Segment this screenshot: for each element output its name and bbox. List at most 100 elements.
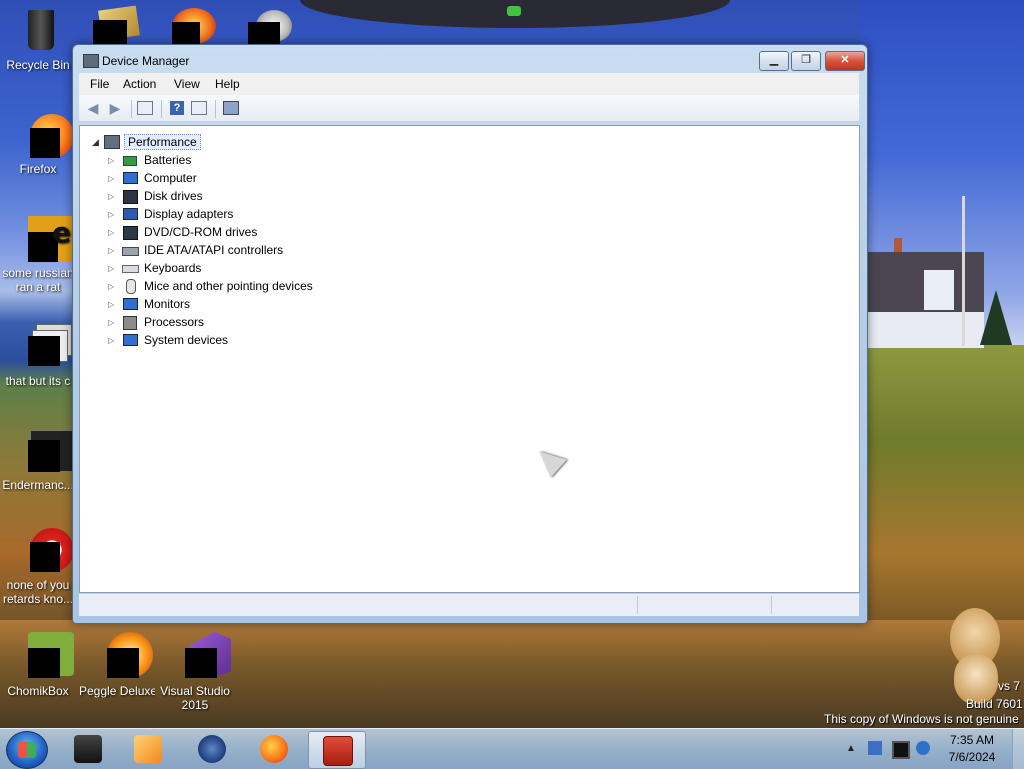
desktop-icon-label: none of you retards kno... (2, 578, 74, 606)
show-hidden-icons-icon[interactable]: ▲ (846, 743, 860, 757)
device-manager-icon (323, 736, 353, 766)
media-player-icon (134, 735, 162, 763)
hamster-image (944, 608, 1006, 704)
tree-node-keyboards[interactable]: ▷ Keyboards (108, 259, 313, 277)
expand-arrow-icon[interactable]: ▷ (108, 156, 122, 165)
taskbar-button-media-player[interactable] (120, 731, 176, 767)
tree-node-monitors[interactable]: ▷ Monitors (108, 295, 313, 313)
redacted-box (172, 22, 200, 46)
top-overlay-bar (300, 0, 730, 28)
expand-arrow-icon[interactable]: ▷ (108, 228, 122, 237)
expand-arrow-icon[interactable]: ▷ (108, 264, 122, 273)
tree-root-label: Performance (124, 134, 201, 150)
menu-bar: File Action View Help (79, 73, 859, 95)
maximize-button[interactable]: ❐ (791, 51, 821, 71)
tree-node-ide-controllers[interactable]: ▷ IDE ATA/ATAPI controllers (108, 241, 313, 259)
action-center-icon[interactable] (892, 741, 910, 759)
redacted-box (248, 22, 280, 46)
tree-node-label: System devices (144, 333, 229, 347)
tree-node-label: Computer (144, 171, 197, 185)
java-file-icon: e (14, 214, 74, 262)
watermark-build: Build 7601 (966, 697, 1023, 711)
expand-arrow-icon[interactable]: ▷ (108, 318, 122, 327)
wallpaper-house (866, 238, 984, 348)
taskbar-button-terminal[interactable] (60, 731, 116, 767)
status-dot (507, 6, 521, 16)
show-desktop-button[interactable] (1012, 729, 1024, 769)
help-icon[interactable]: ? (169, 100, 185, 116)
desktop-icon-visual-studio[interactable]: Visual Studio 2015 (157, 632, 233, 712)
title-bar[interactable]: Device Manager ▁ ❐ ✕ (73, 45, 867, 73)
processor-icon (122, 315, 138, 330)
tree-node-label: DVD/CD-ROM drives (144, 225, 258, 239)
collapse-arrow-icon[interactable]: ◢ (92, 137, 104, 148)
tree-node-mice[interactable]: ▷ Mice and other pointing devices (108, 277, 313, 295)
back-arrow-icon[interactable]: ◀ (85, 100, 101, 116)
properties-icon[interactable] (191, 100, 207, 116)
tree-node-label: Batteries (144, 153, 192, 167)
menu-help[interactable]: Help (215, 77, 240, 91)
desktop-icon-firefox[interactable]: Firefox (0, 110, 76, 176)
status-divider (637, 596, 638, 614)
taskbar-button-globe[interactable] (184, 731, 240, 767)
expand-arrow-icon[interactable]: ▷ (108, 282, 122, 291)
desktop-icon-chomikbox[interactable]: ChomikBox (0, 632, 76, 698)
desktop-icon-recycle-bin[interactable]: Recycle Bin (0, 6, 76, 72)
ide-controller-icon (122, 243, 139, 257)
minimize-button[interactable]: ▁ (759, 51, 789, 71)
redacted-box (93, 20, 127, 46)
tree-node-dvd-drives[interactable]: ▷ DVD/CD-ROM drives (108, 223, 313, 241)
expand-arrow-icon[interactable]: ▷ (108, 174, 122, 183)
expand-arrow-icon[interactable]: ▷ (108, 300, 122, 309)
expand-arrow-icon[interactable]: ▷ (108, 210, 122, 219)
clock-time: 7:35 AM (949, 733, 995, 747)
tree-node-disk-drives[interactable]: ▷ Disk drives (108, 187, 313, 205)
desktop-icon-peggle[interactable]: Peggle Deluxe (79, 632, 155, 698)
volume-icon[interactable] (916, 741, 930, 755)
system-tray: ▲ (840, 729, 940, 769)
forward-arrow-icon[interactable]: ▶ (107, 100, 123, 116)
expand-arrow-icon[interactable]: ▷ (108, 336, 122, 345)
mouse-icon (122, 279, 138, 294)
desktop-icon-none-of-you[interactable]: none of you retards kno... (0, 526, 76, 606)
start-button[interactable] (6, 731, 48, 769)
expand-arrow-icon[interactable]: ▷ (108, 192, 122, 201)
tree-node-batteries[interactable]: ▷ Batteries (108, 151, 313, 169)
desktop-icon-russian-rat[interactable]: e some russian ran a rat (0, 214, 76, 294)
firefox-icon (14, 110, 74, 158)
expand-arrow-icon[interactable]: ▷ (108, 246, 122, 255)
device-tree-pane: ◢ Performance ▷ Batteries ▷ Computer ▷ D… (79, 125, 860, 593)
desktop-icon-that-but[interactable]: that but its c (0, 322, 76, 388)
menu-action[interactable]: Action (123, 77, 156, 91)
close-button[interactable]: ✕ (825, 51, 865, 71)
desktop-icon-label: Recycle Bin (6, 58, 70, 72)
tree-node-computer[interactable]: ▷ Computer (108, 169, 313, 187)
dvd-drive-icon (122, 225, 138, 240)
device-manager-window: Device Manager ▁ ❐ ✕ File Action View He… (72, 44, 868, 624)
computer-icon (104, 135, 120, 149)
tree-node-processors[interactable]: ▷ Processors (108, 313, 313, 331)
desktop-icon-label: ChomikBox (7, 684, 69, 698)
desktop-icon-endermanch[interactable]: Endermanc... (0, 426, 76, 492)
show-hide-console-tree-icon[interactable] (137, 100, 153, 116)
clock[interactable]: 7:35 AM 7/6/2024 (940, 732, 1004, 766)
tree-node-system-devices[interactable]: ▷ System devices (108, 331, 313, 349)
tree-root[interactable]: ◢ Performance (92, 134, 201, 150)
tree-node-label: Monitors (144, 297, 191, 311)
desktop-icon-label: Visual Studio 2015 (160, 684, 230, 712)
computer-icon (122, 171, 138, 185)
desktop-icon-label: that but its c (5, 374, 71, 388)
taskbar-button-device-manager[interactable] (308, 731, 366, 769)
menu-file[interactable]: File (90, 77, 109, 91)
network-icon[interactable] (868, 741, 882, 755)
status-divider (771, 596, 772, 614)
menu-view[interactable]: View (174, 77, 200, 91)
window-title: Device Manager (102, 54, 190, 68)
tree-node-label: Disk drives (144, 189, 203, 203)
stacked-windows-icon (14, 322, 72, 370)
toolbar-separator (161, 100, 162, 118)
tree-node-display-adapters[interactable]: ▷ Display adapters (108, 205, 313, 223)
scan-hardware-icon[interactable] (223, 100, 239, 116)
taskbar-button-firefox[interactable] (246, 731, 302, 767)
monitor-icon (122, 297, 138, 311)
